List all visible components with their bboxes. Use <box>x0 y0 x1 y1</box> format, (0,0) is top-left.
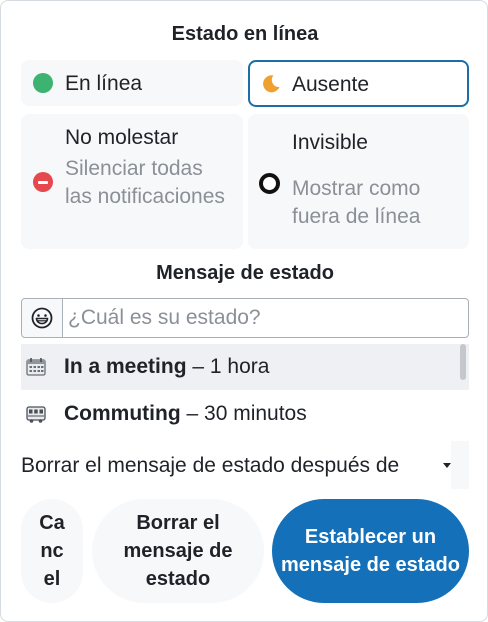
status-option-label: No molestar <box>65 126 179 149</box>
status-option-label: Ausente <box>292 73 370 96</box>
suggestion-duration: 30 minutos <box>204 402 307 425</box>
dialog-title: Estado en línea <box>171 23 319 45</box>
clear-after-label: Borrar el mensaje de estado después de <box>21 454 400 477</box>
status-message-title: Mensaje de estado <box>156 262 334 284</box>
suggestions-scrollbar[interactable] <box>460 344 466 380</box>
status-option-away[interactable]: Ausente <box>248 60 469 107</box>
status-option-online[interactable]: En línea <box>21 60 243 106</box>
status-suggestion-item[interactable]: Commuting – 30 minutos <box>21 391 469 437</box>
calendar-icon <box>25 356 47 378</box>
status-message-input[interactable] <box>68 299 463 337</box>
cancel-button[interactable]: Cancel <box>21 499 83 603</box>
suggestion-text: In a meeting – 1 hora <box>64 355 269 379</box>
suggestion-separator: – <box>186 355 210 378</box>
status-option-label: Invisible <box>292 131 368 154</box>
do-not-disturb-icon <box>33 172 53 192</box>
status-option-description: Silenciar todas las notificaciones <box>65 157 225 208</box>
status-suggestion-item[interactable]: In a meeting – 1 hora <box>21 344 469 390</box>
chevron-down-icon <box>443 463 451 468</box>
online-dot-icon <box>33 73 53 93</box>
status-option-label: En línea <box>65 72 143 95</box>
suggestion-duration: 1 hora <box>209 355 270 378</box>
set-status-button[interactable]: Establecer un mensaje de estado <box>272 499 469 603</box>
suggestion-separator: – <box>180 402 205 425</box>
bus-icon <box>25 403 47 425</box>
status-dialog: Estado en línea En línea Ausente No mole… <box>0 0 488 622</box>
status-message-field <box>21 298 469 338</box>
suggestion-title: Commuting <box>64 402 181 425</box>
status-option-description: Mostrar como fuera de línea <box>292 177 421 228</box>
status-option-dnd[interactable]: No molestar Silenciar todas las notifica… <box>21 114 243 249</box>
grinning-face-icon <box>31 307 53 329</box>
status-option-invisible[interactable]: Invisible Mostrar como fuera de línea <box>248 114 469 249</box>
suggestion-text: Commuting – 30 minutos <box>64 402 307 426</box>
clear-after-dropdown[interactable]: Borrar el mensaje de estado después de <box>21 441 469 489</box>
moon-icon <box>260 73 282 95</box>
invisible-ring-icon <box>259 173 280 194</box>
emoji-picker-button[interactable] <box>22 299 63 337</box>
dropdown-edge <box>451 441 469 489</box>
clear-status-button[interactable]: Borrar el mensaje de estado <box>92 499 264 603</box>
suggestion-title: In a meeting <box>64 355 187 378</box>
